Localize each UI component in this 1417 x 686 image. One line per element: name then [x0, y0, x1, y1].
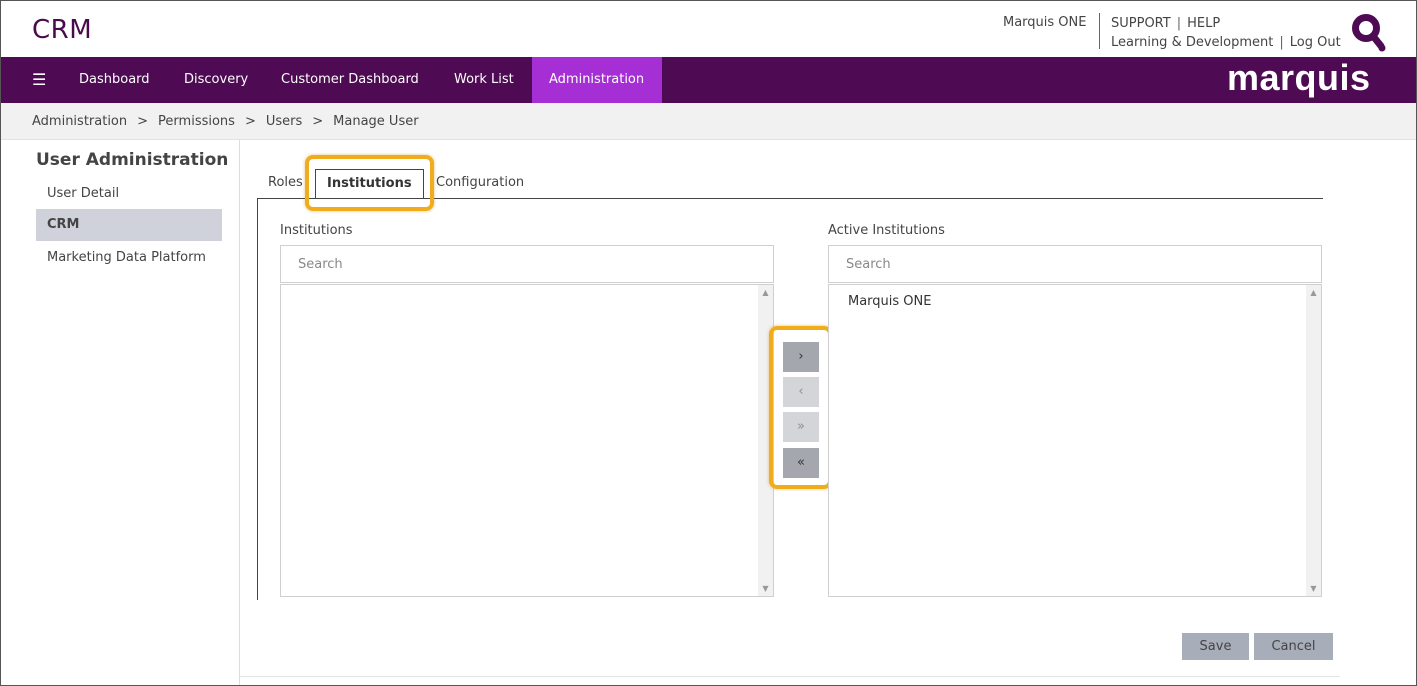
tab-roles[interactable]: Roles: [268, 169, 303, 199]
breadcrumb-administration[interactable]: Administration: [32, 114, 127, 129]
marquis-logo: marquis: [1227, 57, 1371, 98]
help-link[interactable]: HELP: [1187, 16, 1220, 31]
active-institutions-list[interactable]: Marquis ONE ▲ ▼: [828, 284, 1322, 597]
link-separator: |: [1176, 16, 1182, 31]
header-divider: [1099, 13, 1100, 49]
breadcrumb-separator: >: [312, 114, 324, 129]
tab-highlight: [305, 155, 434, 211]
nav-work-list[interactable]: Work List: [437, 57, 531, 103]
sidebar-item-marketing-data-platform[interactable]: Marketing Data Platform: [36, 242, 222, 274]
breadcrumb-manage-user: Manage User: [333, 114, 419, 129]
active-institutions-scrollbar[interactable]: ▲ ▼: [1306, 285, 1321, 596]
sidebar: User Administration User Detail CRM Mark…: [1, 140, 240, 685]
active-institutions-search-input[interactable]: [828, 245, 1322, 283]
nav-dashboard[interactable]: Dashboard: [62, 57, 167, 103]
breadcrumb-users[interactable]: Users: [266, 114, 302, 129]
magnifier-q-icon[interactable]: [1351, 13, 1387, 53]
breadcrumb-separator: >: [137, 114, 149, 129]
institutions-list[interactable]: ▲ ▼: [280, 284, 774, 597]
active-institutions-search-field[interactable]: [829, 246, 1321, 282]
main-nav: ☰ Dashboard Discovery Customer Dashboard…: [1, 57, 1416, 103]
breadcrumb-permissions[interactable]: Permissions: [158, 114, 235, 129]
scroll-down-icon[interactable]: ▼: [1306, 581, 1321, 596]
learning-development-link[interactable]: Learning & Development: [1111, 35, 1273, 50]
scroll-down-icon[interactable]: ▼: [758, 581, 773, 596]
sidebar-title: User Administration: [36, 150, 229, 170]
nav-customer-dashboard[interactable]: Customer Dashboard: [264, 57, 436, 103]
sidebar-item-crm[interactable]: CRM: [36, 209, 222, 241]
app-title: CRM: [32, 15, 93, 45]
hamburger-icon[interactable]: ☰: [32, 71, 46, 89]
nav-discovery[interactable]: Discovery: [167, 57, 265, 103]
institutions-search-field[interactable]: [281, 246, 773, 282]
scroll-up-icon[interactable]: ▲: [1306, 285, 1321, 300]
header-links: SUPPORT | HELP Learning & Development | Log …: [1111, 14, 1341, 52]
link-separator: |: [1279, 35, 1284, 50]
scroll-up-icon[interactable]: ▲: [758, 285, 773, 300]
tab-configuration[interactable]: Configuration: [436, 169, 524, 199]
active-institutions-label: Active Institutions: [828, 223, 945, 238]
footer-divider: [240, 676, 1340, 677]
save-button[interactable]: Save: [1182, 633, 1249, 660]
move-all-left-button[interactable]: «: [783, 448, 819, 478]
support-link[interactable]: SUPPORT: [1111, 16, 1171, 31]
sidebar-item-user-detail[interactable]: User Detail: [36, 178, 222, 210]
top-header: CRM Marquis ONE SUPPORT | HELP Learning & …: [1, 1, 1416, 57]
cancel-button[interactable]: Cancel: [1254, 633, 1333, 660]
institutions-label: Institutions: [280, 223, 353, 238]
move-left-button[interactable]: ‹: [783, 377, 819, 407]
app-window: CRM Marquis ONE SUPPORT | HELP Learning & …: [0, 0, 1417, 686]
breadcrumb: Administration > Permissions > Users > Manage …: [1, 103, 1416, 140]
org-name[interactable]: Marquis ONE: [1003, 15, 1086, 30]
breadcrumb-separator: >: [244, 114, 256, 129]
institutions-search-input[interactable]: [280, 245, 774, 283]
log-out-link[interactable]: Log Out: [1290, 35, 1341, 50]
list-item[interactable]: Marquis ONE: [848, 294, 931, 309]
panel-border: [257, 198, 258, 600]
nav-administration[interactable]: Administration: [532, 57, 662, 103]
move-right-button[interactable]: ›: [783, 342, 819, 372]
move-all-right-button[interactable]: »: [783, 412, 819, 442]
